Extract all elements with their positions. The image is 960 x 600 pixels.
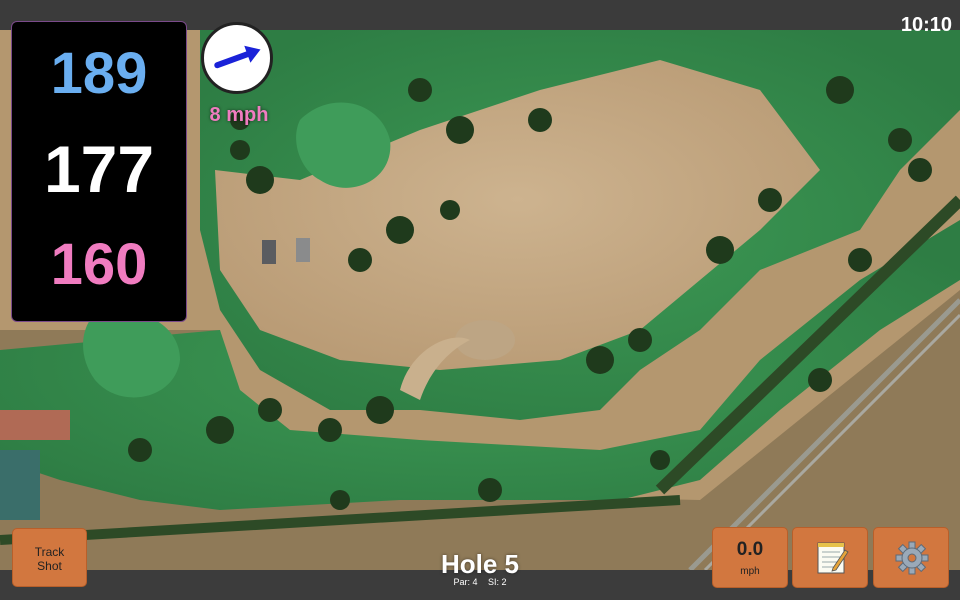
front-of-green-distance: 160 xyxy=(50,232,148,297)
clock: 10:10 xyxy=(900,14,952,36)
speed-unit: mph xyxy=(740,566,760,577)
track-shot-label-line2: Shot xyxy=(37,559,62,573)
notes-button[interactable] xyxy=(792,527,868,588)
golf-gps-screen: 10:10 189 177 160 8 mph Track Shot Hole … xyxy=(0,0,960,600)
wind-speed-label: 8 mph xyxy=(209,104,269,126)
notepad-icon xyxy=(817,542,849,574)
hole-info: Par: 4 SI: 2 xyxy=(380,577,580,587)
back-of-green-distance: 189 xyxy=(50,41,148,106)
track-shot-label-line1: Track xyxy=(34,545,65,559)
hole-stroke-index: SI: 2 xyxy=(488,577,507,587)
wind-direction-dial xyxy=(201,22,273,94)
speed-value: 0.0 xyxy=(736,539,764,560)
settings-button[interactable] xyxy=(873,527,949,588)
yardage-panel: 189 177 160 xyxy=(11,21,187,322)
speed-button[interactable]: 0.0 mph xyxy=(712,527,788,588)
hole-title: Hole 5 xyxy=(440,549,520,579)
wind-direction-arrow-icon xyxy=(214,45,261,69)
hole-par: Par: 4 xyxy=(453,577,478,587)
gear-icon xyxy=(895,541,929,575)
middle-of-green-distance: 177 xyxy=(43,132,155,206)
track-shot-button[interactable]: Track Shot xyxy=(12,528,87,587)
